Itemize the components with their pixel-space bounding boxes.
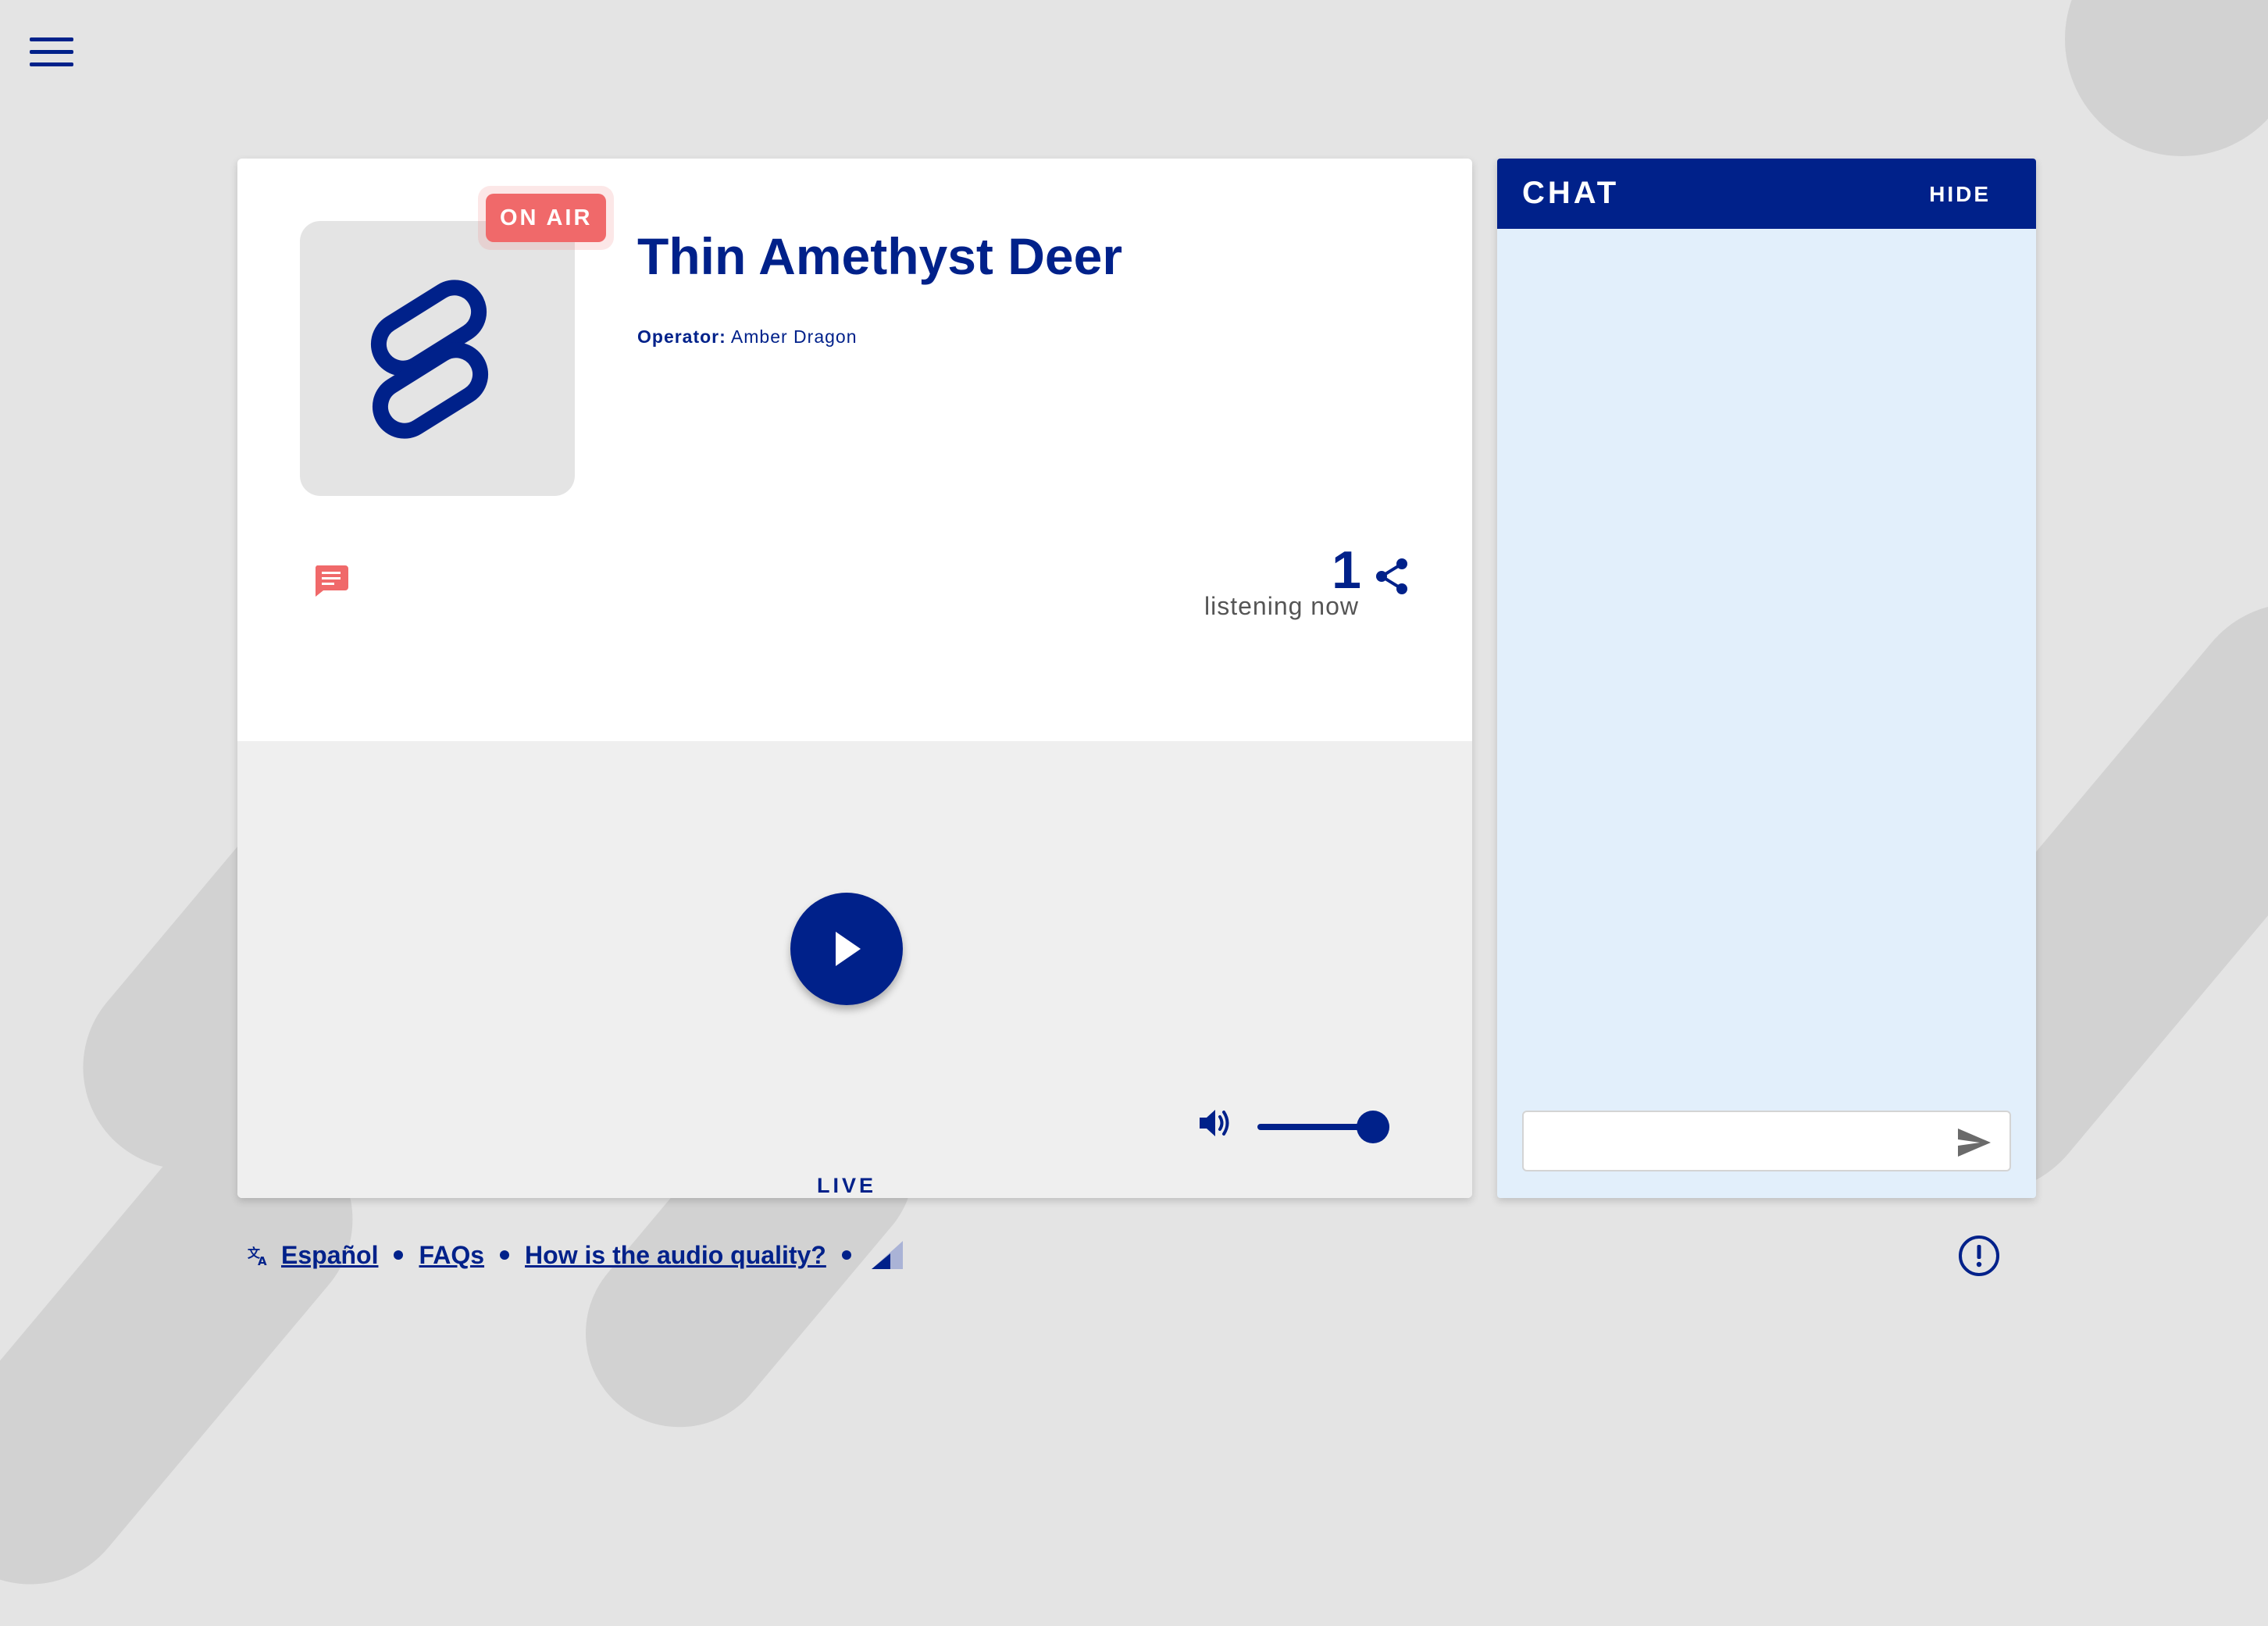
- chat-panel: CHAT HIDE: [1497, 159, 2036, 1198]
- chain-link-logo: [370, 280, 489, 439]
- listener-label: listening now: [1204, 592, 1359, 620]
- chat-message-input[interactable]: [1522, 1111, 2011, 1171]
- chat-title: CHAT: [1522, 176, 1620, 210]
- send-icon[interactable]: [1955, 1125, 1994, 1160]
- station-card: ON AIR Thin Amethyst Deer Operator: Ambe…: [237, 159, 1472, 1198]
- operator-info: Operator: Amber Dragon: [637, 326, 858, 348]
- audio-quality-link[interactable]: How is the audio quality?: [525, 1241, 826, 1270]
- operator-name: Amber Dragon: [730, 326, 858, 347]
- station-artwork: [300, 221, 575, 496]
- volume-slider-handle[interactable]: [1357, 1111, 1389, 1143]
- svg-text:A: A: [258, 1254, 267, 1267]
- translate-icon: 文 A: [248, 1246, 267, 1267]
- share-icon[interactable]: [1374, 557, 1411, 596]
- alert-icon[interactable]: [1957, 1234, 2001, 1278]
- menu-line: [30, 50, 73, 54]
- menu-line: [30, 37, 73, 41]
- separator-dot: [500, 1250, 510, 1260]
- play-button[interactable]: [790, 893, 903, 1005]
- hide-chat-button[interactable]: HIDE: [1929, 182, 1991, 207]
- footer-links: 文 A Español FAQs How is the audio qualit…: [247, 1236, 904, 1275]
- faqs-link[interactable]: FAQs: [419, 1241, 484, 1270]
- chat-bubble-icon[interactable]: [312, 562, 350, 598]
- live-label: LIVE: [816, 1174, 876, 1197]
- chat-header: CHAT HIDE: [1497, 159, 2036, 229]
- play-icon: [836, 932, 861, 966]
- listener-count: 1: [1332, 540, 1361, 600]
- signal-icon: [871, 1241, 903, 1269]
- volume-icon[interactable]: [1195, 1104, 1234, 1143]
- hamburger-menu-icon[interactable]: [30, 37, 73, 73]
- separator-dot: [394, 1250, 404, 1260]
- background-circle-shape: [2065, 0, 2268, 156]
- operator-label: Operator:: [637, 326, 726, 347]
- language-link[interactable]: Español: [281, 1241, 378, 1270]
- station-title: Thin Amethyst Deer: [637, 227, 1123, 285]
- separator-dot: [841, 1250, 851, 1260]
- on-air-label: ON AIR: [486, 194, 607, 242]
- volume-slider-track[interactable]: [1257, 1124, 1373, 1130]
- on-air-badge: ON AIR: [478, 186, 615, 250]
- menu-line: [30, 62, 73, 66]
